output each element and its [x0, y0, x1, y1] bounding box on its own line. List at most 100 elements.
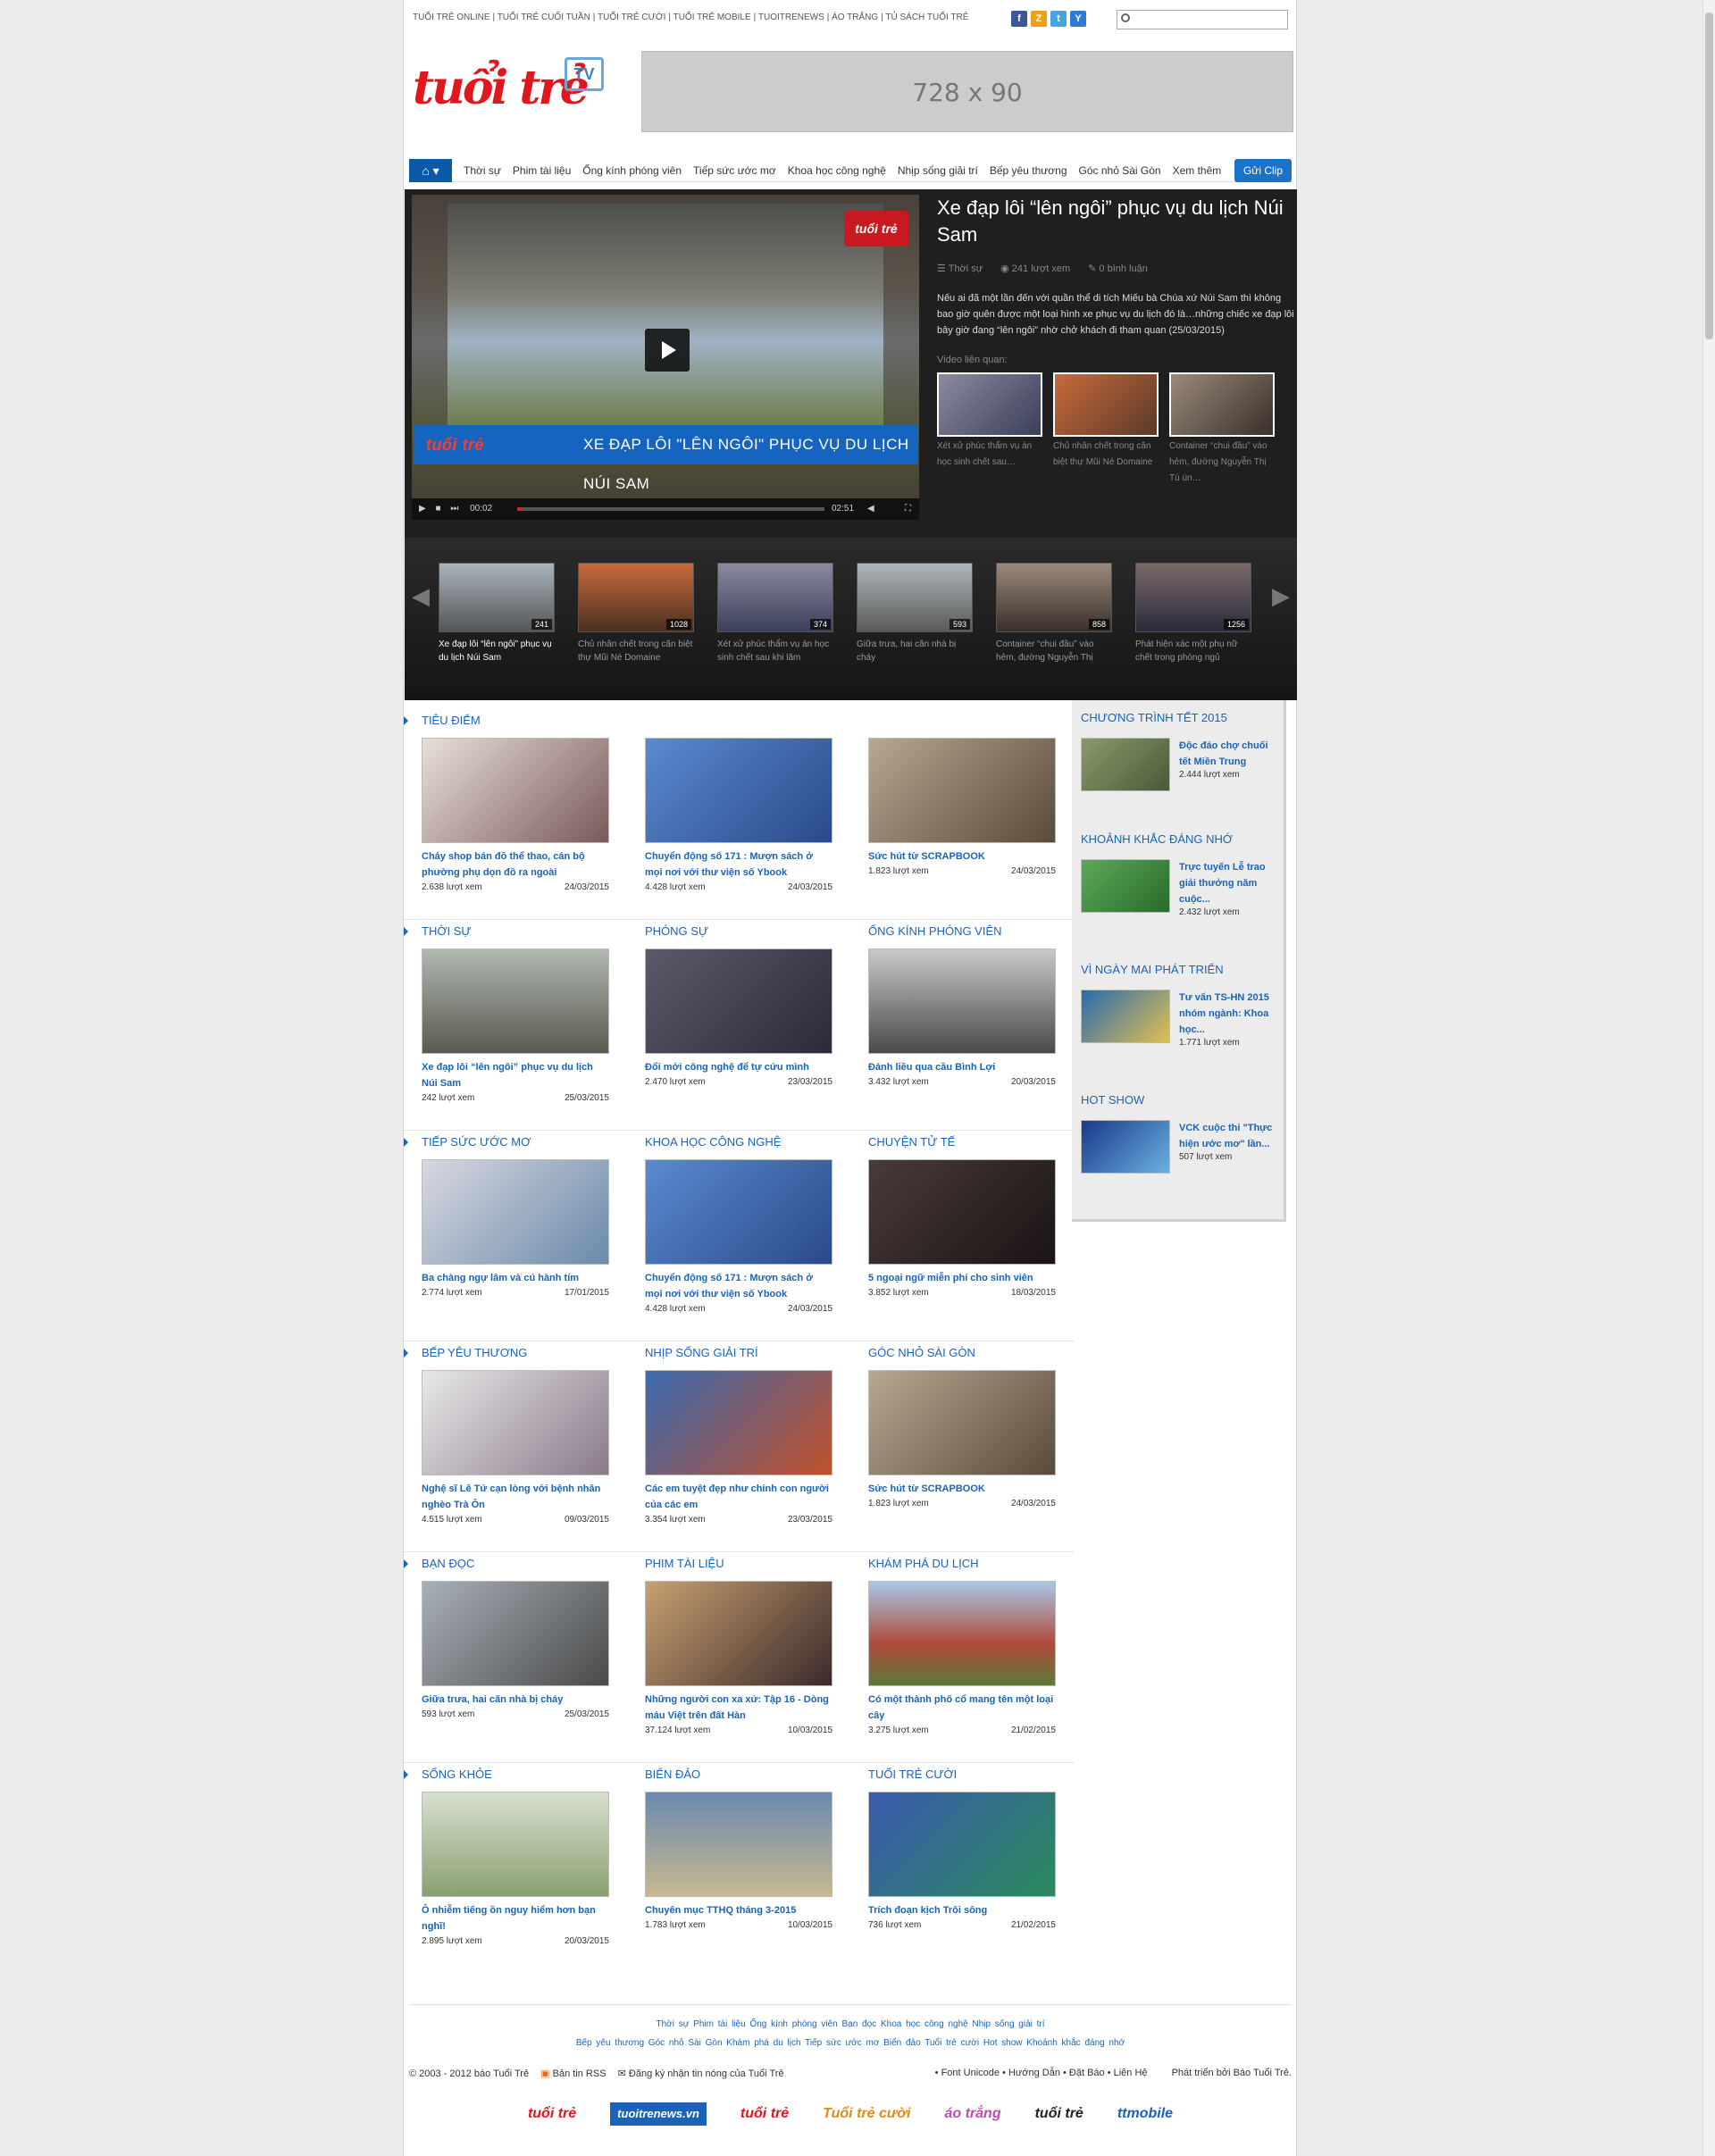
carousel-title[interactable]: Chủ nhân chết trong căn biệt thự Mũi Né …	[578, 638, 694, 664]
home-icon[interactable]: ⌂ ▾	[409, 158, 452, 182]
section-heading[interactable]: BẠN ĐỌC	[422, 1552, 609, 1581]
category-card[interactable]: CHUYỆN TỬ TẾ 5 ngoại ngữ miễn phí cho sin…	[868, 1131, 1056, 1298]
sidebar-thumbnail[interactable]	[1081, 1120, 1170, 1174]
card-thumbnail[interactable]	[422, 948, 609, 1054]
category-card[interactable]: Sức hút từ SCRAPBOOK 1.823 lượt xem 24/03/…	[868, 709, 1056, 876]
category-card[interactable]: THỜI SỰ Xe đạp lôi “lên ngôi” phục vụ du …	[422, 920, 609, 1103]
card-title[interactable]: Cháy shop bán đồ thể thao, cán bộ phường…	[422, 848, 609, 881]
sidebar-heading[interactable]: VÌ NGÀY MAI PHÁT TRIỂN	[1081, 956, 1282, 984]
top-link[interactable]: TUỔI TRẺ CUỐI TUẦN	[498, 13, 590, 22]
related-title[interactable]: Xét xử phúc thẩm vụ án học sinh chết sau…	[937, 439, 1042, 471]
section-heading[interactable]: PHIM TÀI LIỆU	[645, 1552, 832, 1581]
footer-tools[interactable]: • Font Unicode • Hướng Dẫn • Đặt Báo • L…	[935, 2068, 1148, 2078]
sidebar-title[interactable]: VCK cuộc thi "Thực hiện ước mơ" lần...	[1179, 1120, 1282, 1152]
carousel-thumbnail[interactable]: 1256	[1135, 563, 1251, 632]
nav-item[interactable]: Tiếp sức ước mơ	[693, 164, 776, 177]
twitter-icon[interactable]: t	[1050, 11, 1067, 27]
section-heading[interactable]: KHOA HỌC CÔNG NGHỆ	[645, 1131, 832, 1159]
carousel-thumbnail[interactable]: 241	[439, 563, 555, 632]
play-control-icon[interactable]: ▶	[419, 504, 426, 514]
card-thumbnail[interactable]	[422, 1159, 609, 1265]
carousel-item[interactable]: 593 Giữa trưa, hai căn nhà bị cháy	[857, 563, 973, 664]
related-thumbnail[interactable]	[1169, 372, 1275, 437]
card-thumbnail[interactable]	[422, 1792, 609, 1897]
card-title[interactable]: Chuyển động số 171 : Mượn sách ở mọi nơi…	[645, 848, 832, 881]
related-thumbnail[interactable]	[1053, 372, 1159, 437]
carousel-thumbnail[interactable]: 1028	[578, 563, 694, 632]
scrollbar[interactable]	[1702, 0, 1715, 2156]
section-heading[interactable]: BIỂN ĐẢO	[645, 1763, 832, 1792]
footer-links-primary[interactable]: Thời sự Phim tài liệu Ống kính phóng viê…	[409, 2019, 1292, 2029]
category-card[interactable]: TIÊU ĐIỂM Cháy shop bán đồ thể thao, cán …	[422, 709, 609, 892]
card-thumbnail[interactable]	[645, 1370, 832, 1475]
carousel-thumbnail[interactable]: 374	[717, 563, 833, 632]
search-input[interactable]	[1117, 10, 1288, 29]
category-card[interactable]: BẾP YÊU THƯƠNG Nghệ sĩ Lê Tứ cạn lòng với…	[422, 1341, 609, 1525]
card-thumbnail[interactable]	[868, 1792, 1056, 1897]
sidebar-thumbnail[interactable]	[1081, 738, 1170, 791]
section-heading[interactable]: THỜI SỰ	[422, 920, 609, 948]
category-card[interactable]: Chuyển động số 171 : Mượn sách ở mọi nơi…	[645, 709, 832, 892]
related-title[interactable]: Container “chui đầu” vào hẻm, đường Nguy…	[1169, 439, 1275, 487]
nav-item[interactable]: Nhịp sống giải trí	[898, 164, 978, 177]
next-icon[interactable]: ⏭	[450, 504, 458, 514]
carousel-title[interactable]: Xét xử phúc thẩm vụ án học sinh chết sau…	[717, 638, 833, 664]
nav-item[interactable]: Khoa học công nghệ	[788, 164, 886, 177]
sidebar-title[interactable]: Độc đáo chợ chuối tết Miền Trung	[1179, 738, 1282, 770]
top-link[interactable]: ÁO TRẮNG	[832, 13, 878, 22]
card-title[interactable]: 5 ngoại ngữ miễn phí cho sinh viên	[868, 1270, 1056, 1286]
card-thumbnail[interactable]	[645, 738, 832, 843]
carousel-next-icon[interactable]: ▶	[1272, 582, 1290, 610]
yahoo-icon[interactable]: Y	[1070, 11, 1086, 27]
category-card[interactable]: PHIM TÀI LIỆU Những người con xa xứ: Tập …	[645, 1552, 832, 1735]
top-link[interactable]: TUỔI TRẺ ONLINE	[413, 13, 490, 22]
carousel-item[interactable]: 858 Container “chui đầu” vào hẻm, đường N…	[996, 563, 1112, 664]
related-title[interactable]: Chủ nhân chết trong căn biệt thự Mũi Né …	[1053, 439, 1159, 471]
send-clip-button[interactable]: Gửi Clip	[1234, 159, 1292, 182]
logo[interactable]: tuổi trẻ TV	[413, 52, 604, 123]
zing-icon[interactable]: Z	[1031, 11, 1047, 27]
category-card[interactable]: GÓC NHỎ SÀI GÒN Sức hút từ SCRAPBOOK 1.823…	[868, 1341, 1056, 1508]
category-card[interactable]: NHỊP SỐNG GIẢI TRÍ Các em tuyệt đẹp như c…	[645, 1341, 832, 1525]
card-title[interactable]: Đổi mới công nghệ để tự cứu mình	[645, 1059, 832, 1075]
card-thumbnail[interactable]	[645, 1159, 832, 1265]
section-heading[interactable]: NHỊP SỐNG GIẢI TRÍ	[645, 1341, 832, 1370]
section-heading[interactable]: ỐNG KÍNH PHÓNG VIÊN	[868, 920, 1056, 948]
stop-icon[interactable]: ■	[435, 504, 440, 514]
card-thumbnail[interactable]	[422, 738, 609, 843]
sidebar-heading[interactable]: HOT SHOW	[1081, 1086, 1282, 1115]
carousel-title[interactable]: Container “chui đầu” vào hẻm, đường Nguy…	[996, 638, 1112, 664]
partner-logo[interactable]: tuổi trẻ	[528, 2102, 576, 2126]
nav-item[interactable]: Ống kính phóng viên	[582, 164, 682, 177]
scrollbar-thumb[interactable]	[1705, 13, 1713, 339]
sidebar-thumbnail[interactable]	[1081, 859, 1170, 913]
card-title[interactable]: Ba chàng ngự lâm và cú hành tím	[422, 1270, 609, 1286]
category-card[interactable]: BẠN ĐỌC Giữa trưa, hai căn nhà bị cháy 593…	[422, 1552, 609, 1719]
rss-link[interactable]: Bản tin RSS	[553, 2068, 607, 2079]
carousel-item[interactable]: 1028 Chủ nhân chết trong căn biệt thự Mũi…	[578, 563, 694, 664]
video-player[interactable]: tuổi trẻ tuổi trẻ XE ĐẠP LÔI "LÊN NGÔI" P…	[412, 195, 919, 520]
card-thumbnail[interactable]	[645, 1792, 832, 1897]
sidebar-thumbnail[interactable]	[1081, 990, 1170, 1043]
partner-logo[interactable]: áo trắng	[944, 2102, 1000, 2126]
sidebar-heading[interactable]: KHOẢNH KHẮC ĐÁNG NHỚ	[1081, 825, 1282, 854]
card-title[interactable]: Nghệ sĩ Lê Tứ cạn lòng với bệnh nhân ngh…	[422, 1481, 609, 1513]
card-thumbnail[interactable]	[868, 1370, 1056, 1475]
carousel-title[interactable]: Phát hiện xác một phụ nữ chết trong phòn…	[1135, 638, 1251, 664]
card-thumbnail[interactable]	[868, 948, 1056, 1054]
partner-logo[interactable]: tuổi trẻ	[1035, 2102, 1083, 2126]
card-title[interactable]: Sức hút từ SCRAPBOOK	[868, 1481, 1056, 1497]
card-title[interactable]: Xe đạp lôi “lên ngôi” phục vụ du lịch Nú…	[422, 1059, 609, 1091]
category-card[interactable]: ỐNG KÍNH PHÓNG VIÊN Đánh liều qua cầu Bìn…	[868, 920, 1056, 1087]
card-title[interactable]: Chuyên mục TTHQ tháng 3-2015	[645, 1902, 832, 1918]
card-title[interactable]: Có một thành phố cổ mang tên một loại câ…	[868, 1692, 1056, 1724]
partner-logo[interactable]: ttmobile	[1117, 2102, 1173, 2126]
carousel-thumbnail[interactable]: 593	[857, 563, 973, 632]
nav-item[interactable]: Xem thêm	[1173, 164, 1222, 177]
card-thumbnail[interactable]	[868, 1581, 1056, 1686]
fullscreen-icon[interactable]: ⛶	[905, 498, 911, 520]
sidebar-title[interactable]: Tư vấn TS-HN 2015 nhóm ngành: Khoa học..…	[1179, 990, 1282, 1038]
card-title[interactable]: Các em tuyệt đẹp như chính con người của…	[645, 1481, 832, 1513]
card-title[interactable]: Đánh liều qua cầu Bình Lợi	[868, 1059, 1056, 1075]
card-title[interactable]: Chuyển động số 171 : Mượn sách ở mọi nơi…	[645, 1270, 832, 1302]
